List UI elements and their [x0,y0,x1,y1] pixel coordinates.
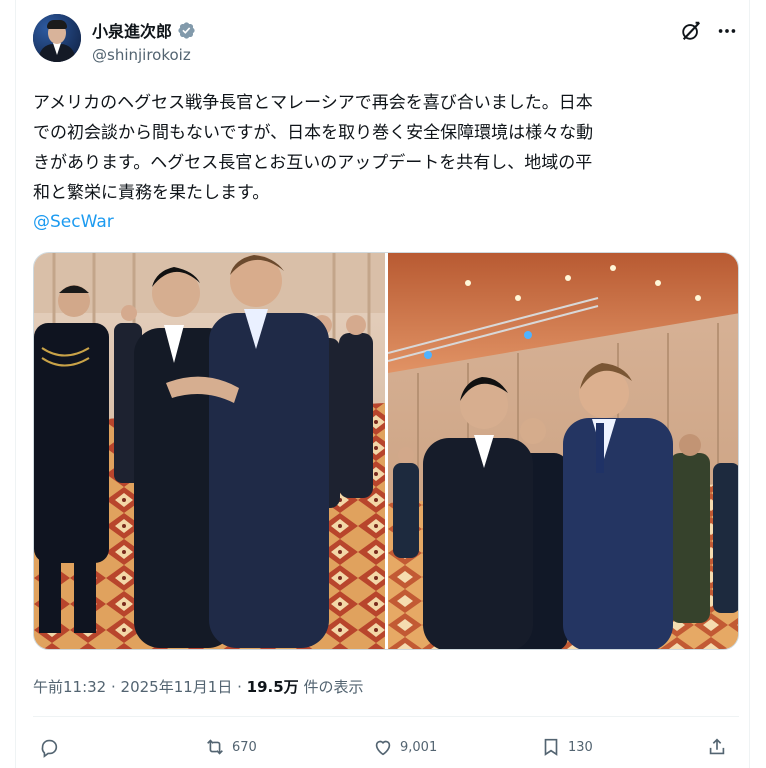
more-icon[interactable] [716,20,738,42]
bookmark-icon [544,738,558,756]
mention-link[interactable]: @SecWar [33,212,114,232]
post-text-line: 和と繁栄に責務を果たします。 [33,183,270,203]
post-text-line: アメリカのヘグセス戦争長官とマレーシアで再会を喜び合いました。日本 [33,93,593,113]
post-text-line: きがあります。ヘグセス長官とお互いのアップデートを共有し、地域の平 [33,153,593,173]
author-handle[interactable]: @shinjirokoiz [92,46,191,64]
share-button[interactable] [706,736,728,758]
actions-divider [33,716,739,717]
grok-icon[interactable] [680,20,702,42]
author-name-row[interactable]: 小泉進次郎 [92,18,196,42]
retweet-button[interactable]: 670 [204,736,257,758]
heart-icon [375,740,391,756]
media-grid [33,252,739,650]
post-timestamp[interactable]: 午前11:32 · 2025年11月1日 · [33,678,247,696]
reply-button[interactable] [38,736,66,758]
retweet-count: 670 [232,739,257,755]
tweet-card: 小泉進次郎 @shinjirokoiz アメリカのヘグセス戦争長官とマレーシアで… [15,0,750,768]
photo-left[interactable] [34,253,385,649]
photo-right[interactable] [388,253,738,649]
view-label: 件の表示 [298,678,364,696]
post-text-line: での初会談から間もないですが、日本を取り巻く安全保障環境は様々な動 [33,123,594,143]
like-count: 9,001 [400,739,438,755]
share-icon [709,738,725,755]
verified-badge-icon [178,21,195,39]
bookmark-count: 130 [568,739,593,755]
author-avatar[interactable] [33,14,81,62]
like-button[interactable]: 9,001 [372,736,437,758]
bookmark-button[interactable]: 130 [540,736,593,758]
post-text: アメリカのヘグセス戦争長官とマレーシアで再会を喜び合いました。日本 での初会談か… [33,88,733,208]
retweet-icon [207,739,223,755]
author-display-name[interactable]: 小泉進次郎 [92,18,172,42]
post-meta: 午前11:32 · 2025年11月1日 · 19.5万 件の表示 [33,676,363,697]
reply-icon [41,739,58,758]
view-count: 19.5万 [246,678,299,696]
